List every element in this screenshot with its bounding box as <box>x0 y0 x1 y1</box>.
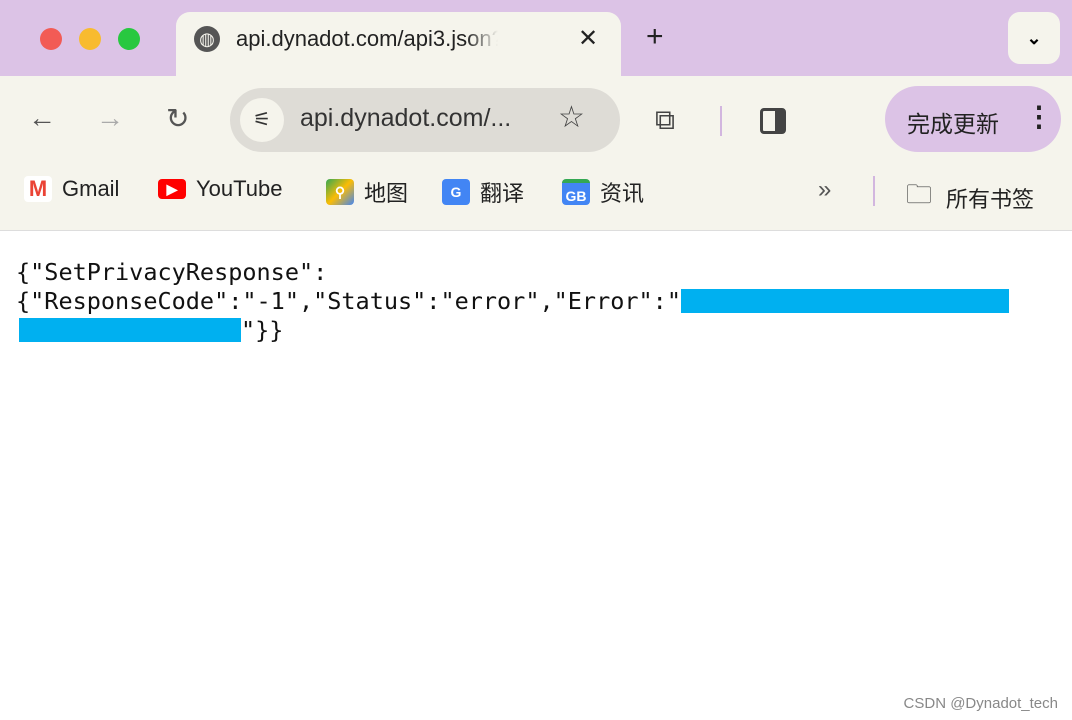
news-icon: GB <box>562 179 590 205</box>
watermark: CSDN @Dynadot_tech <box>903 695 1058 712</box>
globe-icon: ◍ <box>194 26 220 52</box>
tab-active[interactable]: ◍ api.dynadot.com/api3.json?key ✕ <box>176 12 621 78</box>
more-bookmarks-button[interactable]: » <box>818 176 831 204</box>
bookmark-gmail[interactable]: M Gmail <box>24 176 119 202</box>
redacted-error <box>19 318 241 342</box>
bookmark-translate[interactable]: G 翻译 <box>442 176 524 208</box>
maps-icon: ⚲ <box>326 179 354 205</box>
all-bookmarks-label: 所有书签 <box>946 187 1035 212</box>
more-menu-icon[interactable]: ⋮ <box>1025 100 1053 133</box>
gmail-icon: M <box>24 176 52 202</box>
bookmark-maps[interactable]: ⚲ 地图 <box>326 176 408 208</box>
maximize-window-button[interactable] <box>118 28 140 50</box>
bookmark-label: 地图 <box>364 181 409 206</box>
close-window-button[interactable] <box>40 28 62 50</box>
toolbar: ← → ↻ ⚟ api.dynadot.com/... ☆ ⧉ 完成更新 ⋮ M… <box>0 76 1072 231</box>
json-line: "}} <box>241 316 284 344</box>
chevron-down-icon: ⌄ <box>1026 28 1042 48</box>
tab-search-button[interactable]: ⌄ <box>1008 12 1060 64</box>
address-bar[interactable]: ⚟ api.dynadot.com/... ☆ <box>230 88 620 152</box>
forward-button[interactable]: → <box>96 102 124 134</box>
update-button[interactable]: 完成更新 ⋮ <box>885 86 1061 152</box>
tab-strip: ◍ api.dynadot.com/api3.json?key ✕ + ⌄ <box>0 0 1072 78</box>
all-bookmarks-button[interactable]: 🗀 所有书签 <box>906 176 1034 220</box>
reload-button[interactable]: ↻ <box>166 102 189 135</box>
side-panel-icon[interactable] <box>760 108 786 134</box>
back-button[interactable]: ← <box>28 102 56 134</box>
bookmark-label: 翻译 <box>480 181 525 206</box>
json-line: {"SetPrivacyResponse": <box>16 258 328 286</box>
minimize-window-button[interactable] <box>79 28 101 50</box>
youtube-icon: ▶ <box>158 179 186 199</box>
translate-icon: G <box>442 179 470 205</box>
new-tab-button[interactable]: + <box>646 20 664 54</box>
url-text[interactable]: api.dynadot.com/... <box>300 104 511 133</box>
star-icon[interactable]: ☆ <box>558 100 585 135</box>
bookmark-label: YouTube <box>196 176 283 201</box>
json-line: {"ResponseCode":"-1","Status":"error","E… <box>16 287 681 315</box>
bookmark-label: 资讯 <box>600 181 645 206</box>
divider <box>720 106 722 136</box>
tab-title: api.dynadot.com/api3.json?key <box>236 26 498 51</box>
folder-icon: 🗀 <box>906 179 933 209</box>
site-settings-icon[interactable]: ⚟ <box>240 98 284 142</box>
bookmark-label: Gmail <box>62 176 120 201</box>
bookmark-youtube[interactable]: ▶ YouTube <box>158 176 282 202</box>
extensions-icon[interactable]: ⧉ <box>655 104 675 137</box>
json-response: {"SetPrivacyResponse": {"ResponseCode":"… <box>16 258 1009 345</box>
bookmark-news[interactable]: GB 资讯 <box>562 176 644 208</box>
redacted-error <box>680 289 1009 313</box>
update-label: 完成更新 <box>907 111 999 137</box>
close-icon[interactable]: ✕ <box>578 24 598 53</box>
divider <box>873 176 875 206</box>
